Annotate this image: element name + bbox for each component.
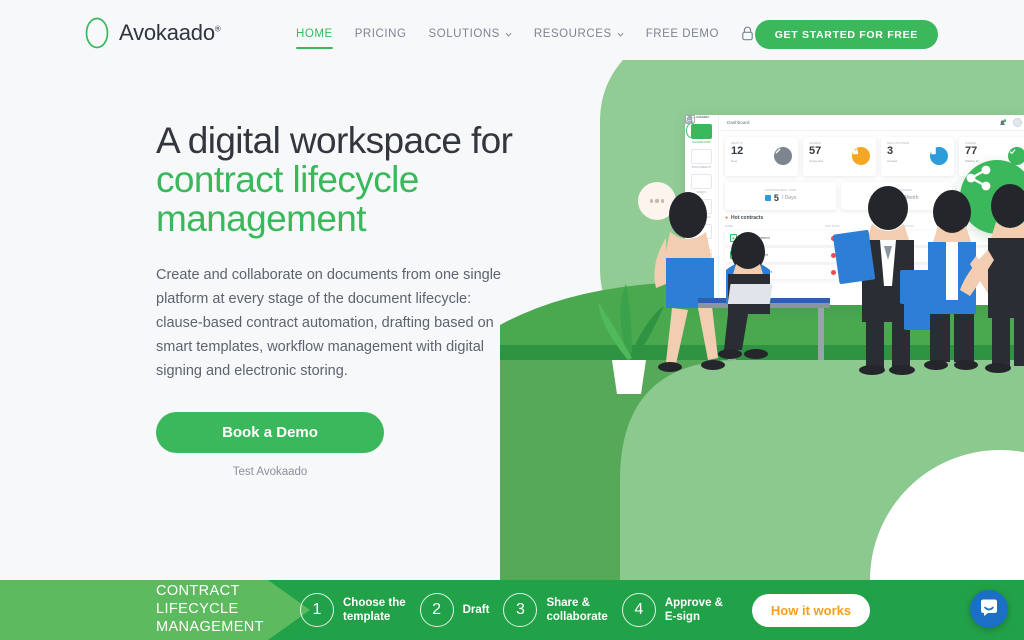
illustration-people <box>598 184 1024 394</box>
nav-label: HOME <box>296 27 333 40</box>
step-3[interactable]: 3 Share & collaborate <box>503 593 608 627</box>
book-a-demo-button[interactable]: Book a Demo <box>156 411 384 453</box>
step-2[interactable]: 2 Draft <box>419 593 490 627</box>
trademark-symbol: ® <box>214 24 221 34</box>
step-label: Choose the template <box>343 596 406 623</box>
hero-content: A digital workspace for contract lifecyc… <box>156 120 556 478</box>
nav-item-pricing[interactable]: PRICING <box>355 28 407 49</box>
step-1[interactable]: 1 Choose the template <box>300 593 406 627</box>
bottom-steps-bar: CONTRACT LIFECYCLE MANAGEMENT 1 Choose t… <box>0 580 1024 640</box>
step-label: Approve & E-sign <box>664 596 723 623</box>
nav-label: RESOURCES <box>533 27 612 40</box>
test-avokaado-link[interactable]: Test Avokaado <box>156 466 384 478</box>
hero-illustration: Avokaado DASHBOARD DOCUMENTS TASKS Dashb… <box>500 60 1024 590</box>
person-walking <box>654 192 725 372</box>
headline-line-2: contract lifecycle <box>156 158 419 200</box>
page-title: A digital workspace for contract lifecyc… <box>156 120 556 239</box>
how-it-works-button[interactable]: How it works <box>752 594 870 627</box>
nav-item-free-demo[interactable]: FREE DEMO <box>646 28 719 49</box>
active-underline <box>296 46 333 49</box>
person-seated <box>698 232 830 360</box>
clm-title-line-2: LIFECYCLE <box>156 601 239 618</box>
avocado-outline-icon <box>84 16 110 50</box>
step-number: 1 <box>300 593 334 627</box>
hero-paragraph: Create and collaborate on documents from… <box>156 266 501 380</box>
nav-item-solutions[interactable]: SOLUTIONS <box>428 27 512 49</box>
landing-page: Avokaado® HOME PRICING SOLUTIONS RESOURC… <box>0 0 1024 640</box>
steps-list: 1 Choose the template 2 Draft 3 Share & … <box>300 580 737 640</box>
site-header: Avokaado® HOME PRICING SOLUTIONS RESOURC… <box>0 0 1024 68</box>
nav-item-home[interactable]: HOME <box>296 28 333 49</box>
chevron-down-icon <box>617 29 624 37</box>
chevron-down-icon <box>505 29 512 37</box>
brand-name: Avokaado® <box>119 20 221 45</box>
headline-line-3: management <box>156 197 367 239</box>
step-label: Draft <box>462 603 490 616</box>
step-number: 2 <box>419 593 454 627</box>
clm-title-line-3: MANAGEMENT <box>156 618 264 635</box>
chat-widget-button[interactable] <box>970 590 1008 628</box>
clm-title: CONTRACT LIFECYCLE MANAGEMENT <box>156 583 264 636</box>
headline-line-1: A digital workspace for <box>156 120 513 161</box>
clm-chevron-banner: CONTRACT LIFECYCLE MANAGEMENT <box>0 580 310 640</box>
person-with-tablet <box>832 186 942 375</box>
lock-icon <box>741 26 754 41</box>
step-number: 4 <box>621 593 656 627</box>
clm-title-line-1: CONTRACT <box>156 583 240 600</box>
step-number: 3 <box>503 593 538 627</box>
nav-label: PRICING <box>354 27 407 40</box>
main-navigation: HOME PRICING SOLUTIONS RESOURCES FREE DE… <box>296 26 833 50</box>
plant <box>598 284 664 394</box>
get-started-button[interactable]: GET STARTED FOR FREE <box>754 20 938 49</box>
step-4[interactable]: 4 Approve & E-sign <box>621 593 723 627</box>
nav-label: SOLUTIONS <box>428 27 500 40</box>
step-label: Share & collaborate <box>546 596 608 623</box>
nav-label: FREE DEMO <box>645 27 720 40</box>
brand-logo[interactable]: Avokaado® <box>84 16 221 50</box>
chat-bubble-icon <box>979 597 999 622</box>
nav-item-resources[interactable]: RESOURCES <box>534 28 624 49</box>
